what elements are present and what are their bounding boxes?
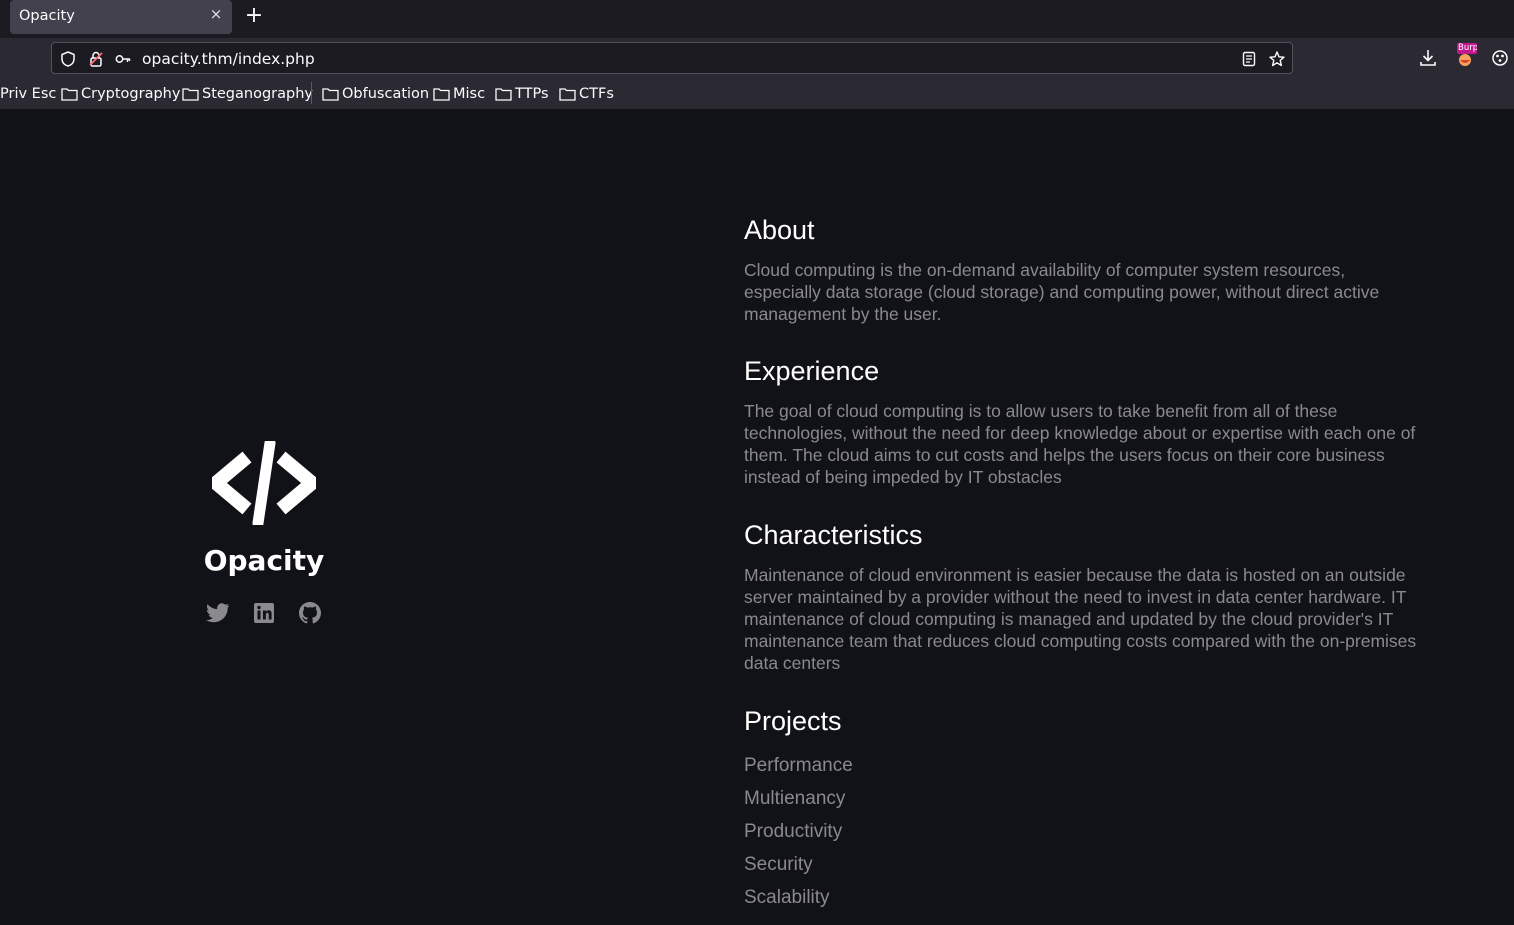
bookmark-label: CTFs	[579, 86, 614, 102]
characteristics-text: Maintenance of cloud environment is easi…	[744, 565, 1417, 673]
project-item-multienancy: Multienancy	[744, 788, 846, 809]
heading-characteristics: Characteristics	[744, 520, 923, 550]
downloads-icon[interactable]	[1417, 47, 1439, 69]
bookmarks-toolbar: Priv Esc Cryptography Steganography Obfu…	[0, 78, 1514, 109]
bookmark-label: TTPs	[515, 86, 549, 102]
browser-tab[interactable]: Opacity ×	[10, 0, 232, 34]
reader-view-icon[interactable]	[1240, 50, 1258, 68]
key-icon[interactable]	[114, 50, 132, 68]
shield-icon[interactable]	[59, 50, 77, 68]
tab-strip: Opacity × +	[0, 0, 1514, 38]
folder-icon	[433, 88, 450, 101]
extension-badge: Burp	[1457, 43, 1477, 54]
about-text: Cloud computing is the on-demand availab…	[744, 260, 1380, 324]
heading-projects: Projects	[744, 706, 842, 736]
bookmark-folder-cryptography[interactable]: Cryptography	[61, 84, 180, 104]
folder-icon	[559, 88, 576, 101]
folder-icon	[495, 88, 512, 101]
url-text[interactable]: opacity.thm/index.php	[142, 50, 315, 68]
heading-experience: Experience	[744, 356, 880, 386]
bookmark-label: Obfuscation	[342, 86, 430, 102]
tab-title: Opacity	[19, 8, 75, 24]
url-bar[interactable]: opacity.thm/index.php	[51, 42, 1293, 74]
bookmark-folder-misc[interactable]: Misc	[433, 84, 485, 104]
site-name: Opacity	[203, 544, 325, 577]
project-item-productivity: Productivity	[744, 821, 843, 842]
project-item-scalability: Scalability	[744, 887, 830, 908]
tab-close-button[interactable]: ×	[209, 7, 223, 22]
lock-insecure-icon[interactable]	[87, 50, 105, 68]
folder-icon	[322, 88, 339, 101]
bookmark-separator	[311, 82, 312, 104]
heading-about: About	[744, 215, 815, 245]
folder-icon	[182, 88, 199, 101]
extensions-icon[interactable]	[1489, 47, 1511, 69]
bookmark-label: Misc	[453, 86, 486, 102]
github-icon[interactable]	[297, 601, 323, 625]
project-item-security: Security	[744, 854, 813, 875]
experience-text: The goal of cloud computing is to allow …	[744, 401, 1416, 487]
bookmark-label: Cryptography	[81, 86, 181, 102]
code-icon	[212, 441, 316, 525]
bookmark-label: Steganography	[202, 86, 313, 102]
bookmark-folder-obfuscation[interactable]: Obfuscation	[322, 84, 429, 104]
linkedin-icon[interactable]	[251, 601, 277, 625]
bookmark-priv-esc[interactable]: Priv Esc	[0, 84, 56, 104]
bookmark-label: Priv Esc	[0, 86, 57, 102]
bookmark-folder-steganography[interactable]: Steganography	[182, 84, 313, 104]
bookmark-folder-ttps[interactable]: TTPs	[495, 84, 549, 104]
burp-extension-button[interactable]: Burp	[1454, 43, 1477, 69]
twitter-icon[interactable]	[205, 601, 231, 625]
folder-icon	[61, 88, 78, 101]
bookmark-folder-ctfs[interactable]: CTFs	[559, 84, 614, 104]
new-tab-button[interactable]: +	[243, 5, 265, 27]
bookmark-star-icon[interactable]	[1268, 50, 1286, 68]
project-item-performance: Performance	[744, 755, 853, 776]
